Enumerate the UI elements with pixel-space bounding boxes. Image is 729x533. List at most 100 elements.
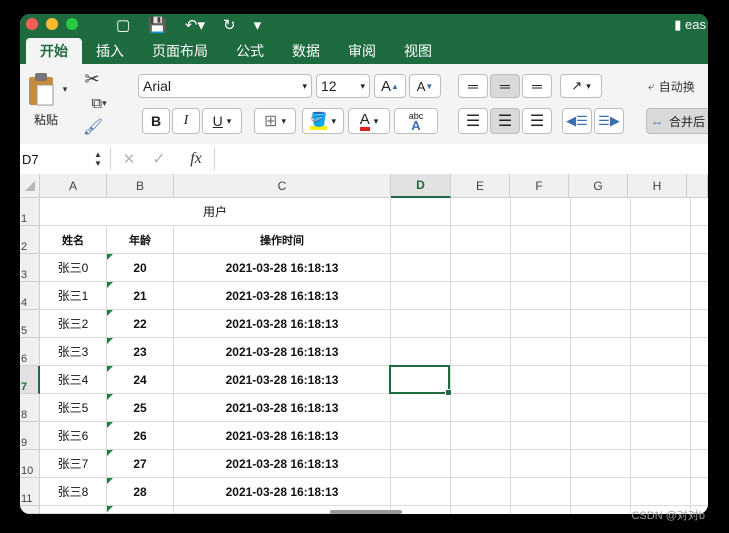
- bold-button[interactable]: B: [142, 108, 170, 134]
- align-top-button[interactable]: ═: [458, 74, 488, 98]
- increase-font-size-button[interactable]: A ▲: [374, 74, 406, 98]
- fill-color-button[interactable]: 🪣 ▾: [302, 108, 344, 134]
- paste-button[interactable]: [24, 70, 58, 108]
- tab-home[interactable]: 开始: [26, 38, 82, 64]
- orientation-button[interactable]: ↗ ▾: [560, 74, 602, 98]
- name-box[interactable]: D7: [20, 146, 92, 172]
- tab-view[interactable]: 视图: [390, 38, 446, 64]
- cell-c2-header[interactable]: 操作时间: [174, 226, 391, 254]
- cell-age[interactable]: 28: [107, 478, 174, 506]
- minimize-window-button[interactable]: [46, 18, 58, 30]
- cell-time[interactable]: 2021-03-28 16:18:13: [174, 282, 391, 310]
- tab-data[interactable]: 数据: [278, 38, 334, 64]
- cell-b2-header[interactable]: 年龄: [107, 226, 174, 254]
- select-all-corner[interactable]: [20, 174, 40, 198]
- row-header-7[interactable]: 7: [20, 366, 40, 394]
- cell-name[interactable]: 张三7: [40, 450, 107, 478]
- cell-name[interactable]: 张三1: [40, 282, 107, 310]
- tab-review[interactable]: 审阅: [334, 38, 390, 64]
- cell-name[interactable]: 张三4: [40, 366, 107, 394]
- align-left-button[interactable]: ☰: [458, 108, 488, 134]
- cell-time[interactable]: 2021-03-28 16:18:13: [174, 366, 391, 394]
- cell-a1-merged-title[interactable]: 用户: [40, 198, 391, 226]
- sidebar-toggle-icon[interactable]: ▢: [116, 16, 130, 34]
- cut-scissors-icon[interactable]: ✂: [82, 68, 102, 90]
- cell-name[interactable]: 张三5: [40, 394, 107, 422]
- align-right-button[interactable]: ☰: [522, 108, 552, 134]
- redo-icon[interactable]: ↻: [223, 16, 236, 34]
- row-header-1[interactable]: 1: [20, 198, 40, 226]
- row-header-3[interactable]: 3: [20, 254, 40, 282]
- cell-time[interactable]: 2021-03-28 16:18:13: [174, 478, 391, 506]
- row-header-11[interactable]: 11: [20, 478, 40, 506]
- tab-formulas[interactable]: 公式: [222, 38, 278, 64]
- cell-time[interactable]: 2021-03-28 16:18:13: [174, 254, 391, 282]
- insert-function-button[interactable]: fx: [184, 148, 208, 170]
- cell-time[interactable]: 2021-03-28 16:18:13: [174, 338, 391, 366]
- fill-handle[interactable]: [445, 389, 452, 396]
- cell-age[interactable]: 23: [107, 338, 174, 366]
- align-bottom-button[interactable]: ═: [522, 74, 552, 98]
- cell-age[interactable]: 27: [107, 450, 174, 478]
- column-header-e[interactable]: E: [451, 174, 510, 198]
- increase-indent-button[interactable]: ☰▶: [594, 108, 624, 134]
- format-painter-brush-icon[interactable]: 🖌: [82, 116, 104, 138]
- row-header-4[interactable]: 4: [20, 282, 40, 310]
- cell-time[interactable]: 2021-03-28 16:18:13: [174, 394, 391, 422]
- zoom-window-button[interactable]: [66, 18, 78, 30]
- cell-time[interactable]: 2021-03-28 16:18:13: [174, 422, 391, 450]
- row-header-10[interactable]: 10: [20, 450, 40, 478]
- font-name-select[interactable]: Arial ▾: [138, 74, 312, 98]
- close-window-button[interactable]: [26, 18, 38, 30]
- merge-center-button[interactable]: ↔ 合并后: [646, 108, 708, 134]
- cell-age[interactable]: 20: [107, 254, 174, 282]
- selected-cell-d7[interactable]: [389, 365, 452, 396]
- customize-toolbar-icon[interactable]: ▾: [254, 16, 262, 34]
- decrease-font-size-button[interactable]: A ▼: [409, 74, 441, 98]
- borders-button[interactable]: ⊞ ▾: [254, 108, 296, 134]
- name-box-stepper-icon[interactable]: ▲ ▼: [92, 148, 104, 170]
- paste-options-chevron-icon[interactable]: ▾: [60, 82, 70, 96]
- column-header-f[interactable]: F: [510, 174, 569, 198]
- cell-age[interactable]: 24: [107, 366, 174, 394]
- row-header-2[interactable]: 2: [20, 226, 40, 254]
- cell-age[interactable]: 22: [107, 310, 174, 338]
- cell-time[interactable]: 2021-03-28 16:18:13: [174, 450, 391, 478]
- column-header-a[interactable]: A: [40, 174, 107, 198]
- cancel-icon[interactable]: ✕: [120, 148, 138, 170]
- cell-name[interactable]: 张三2: [40, 310, 107, 338]
- cell-age[interactable]: 21: [107, 282, 174, 310]
- tab-insert[interactable]: 插入: [82, 38, 138, 64]
- save-icon[interactable]: 💾: [148, 16, 167, 34]
- decrease-indent-button[interactable]: ◀☰: [562, 108, 592, 134]
- cell-name[interactable]: 张三8: [40, 478, 107, 506]
- row-header-6[interactable]: 6: [20, 338, 40, 366]
- row-header-8[interactable]: 8: [20, 394, 40, 422]
- column-header-d[interactable]: D: [391, 174, 451, 198]
- align-middle-button[interactable]: ═: [490, 74, 520, 98]
- cell-name[interactable]: 张三0: [40, 254, 107, 282]
- row-header-5[interactable]: 5: [20, 310, 40, 338]
- formula-input[interactable]: [220, 146, 708, 172]
- cell-age[interactable]: 26: [107, 422, 174, 450]
- row-header-9[interactable]: 9: [20, 422, 40, 450]
- enter-check-icon[interactable]: ✓: [150, 148, 168, 170]
- horizontal-scrollbar-thumb[interactable]: [330, 510, 402, 514]
- column-header-c[interactable]: C: [174, 174, 391, 198]
- cell-name[interactable]: 张三3: [40, 338, 107, 366]
- font-size-select[interactable]: 12 ▾: [316, 74, 370, 98]
- column-header-h[interactable]: H: [628, 174, 687, 198]
- column-header-b[interactable]: B: [107, 174, 174, 198]
- cell-empty[interactable]: [40, 506, 107, 514]
- wrap-text-button[interactable]: ⤶ 自动换: [648, 74, 708, 98]
- tab-page-layout[interactable]: 页面布局: [138, 38, 222, 64]
- cell-a2-header[interactable]: 姓名: [40, 226, 107, 254]
- copy-icon[interactable]: ⧉ ▾: [82, 92, 116, 114]
- cell-name[interactable]: 张三6: [40, 422, 107, 450]
- font-color-button[interactable]: A ▾: [348, 108, 390, 134]
- empty-cells-area[interactable]: [391, 198, 708, 514]
- phonetic-guide-button[interactable]: abc A: [394, 108, 438, 134]
- cell-age[interactable]: 25: [107, 394, 174, 422]
- align-center-button[interactable]: ☰: [490, 108, 520, 134]
- underline-button[interactable]: U ▾: [202, 108, 242, 134]
